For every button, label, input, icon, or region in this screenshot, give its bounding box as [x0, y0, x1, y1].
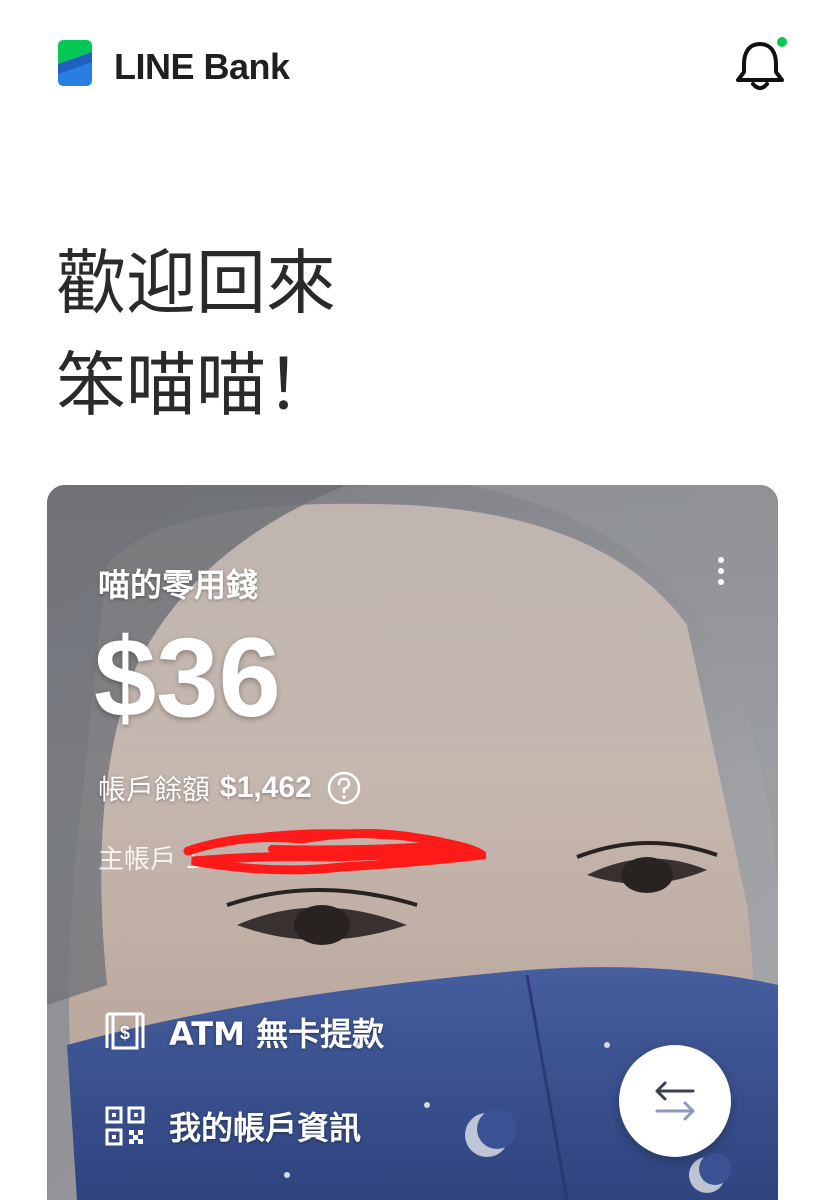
brand-name: LINE Bank [114, 46, 290, 87]
notification-dot [777, 37, 787, 47]
greeting-line-2: 笨喵喵！ [56, 344, 336, 426]
atm-cardless-withdrawal-button[interactable]: $ ATM 無卡提款 [103, 1007, 384, 1057]
account-card[interactable]: 喵的零用錢 $36 帳戶餘額 $1,462 主帳戶 1 $ ATM 無卡提款 我… [47, 485, 778, 1200]
svg-text:$: $ [120, 1023, 130, 1043]
help-icon[interactable] [326, 770, 362, 806]
redaction-scribble [183, 829, 486, 875]
my-account-info-button[interactable]: 我的帳戶資訊 [103, 1101, 361, 1151]
transfer-arrows-icon [655, 1081, 695, 1121]
account-info-label: 我的帳戶資訊 [169, 1109, 362, 1147]
account-balance: 帳戶餘額 $1,462 [98, 769, 362, 807]
welcome-greeting: 歡迎回來 笨喵喵！ [56, 232, 336, 436]
atm-label: ATM 無卡提款 [169, 1015, 385, 1053]
balance-label: 帳戶餘額 [98, 773, 211, 806]
account-name: 喵的零用錢 [98, 566, 259, 604]
more-options-icon[interactable] [713, 557, 729, 591]
app-header: LINE Bank [0, 0, 824, 130]
balance-value: $1,462 [220, 771, 312, 804]
qr-code-icon [105, 1106, 145, 1146]
atm-cash-icon: $ [105, 1012, 145, 1050]
transfer-button[interactable] [619, 1045, 731, 1157]
greeting-line-1: 歡迎回來 [56, 242, 336, 324]
account-amount: $36 [94, 615, 281, 740]
line-bank-logo [58, 40, 92, 86]
notification-bell-icon[interactable] [734, 36, 788, 92]
